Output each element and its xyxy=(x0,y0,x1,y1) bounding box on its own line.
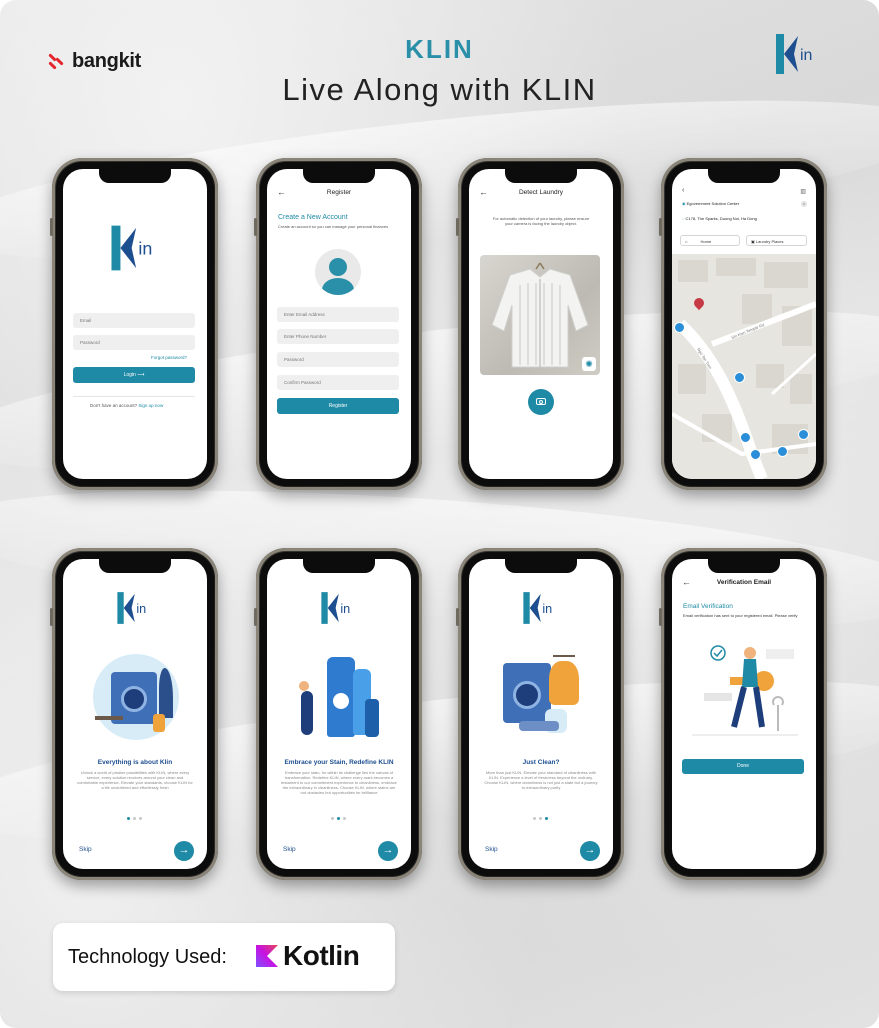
verification-heading: Email Verification xyxy=(683,603,733,610)
showcase-page: bangkit KLIN Live Along with KLIN in in … xyxy=(0,0,879,1028)
svg-text:in: in xyxy=(340,602,350,616)
map-screen: ‹ ▥ ◉ Egovernment Solution Center × ◌ C1… xyxy=(672,169,816,479)
klin-logo-text: in xyxy=(800,47,812,64)
divider xyxy=(73,396,195,397)
skip-button[interactable]: Skip xyxy=(79,846,92,853)
key-illustration xyxy=(690,635,800,745)
detect-screen: ← Detect Laundry For automatic detection… xyxy=(469,169,613,479)
laundry-pin-icon[interactable] xyxy=(740,432,751,443)
screen-title: Register xyxy=(326,189,352,196)
close-icon[interactable]: × xyxy=(801,201,807,207)
route-origin[interactable]: ◉ Egovernment Solution Center xyxy=(682,201,739,206)
kotlin-wordmark: Kotlin xyxy=(283,940,360,971)
register-button[interactable]: Register xyxy=(277,398,399,414)
arrow-right-icon: ⟶ xyxy=(137,372,145,378)
kotlin-logo-icon xyxy=(256,945,278,967)
back-arrow-icon[interactable]: ‹ xyxy=(682,187,684,194)
store-icon: ▣ xyxy=(751,239,755,244)
next-arrow-icon[interactable]: → xyxy=(174,841,194,861)
verification-description: Email verification has sent to your regi… xyxy=(683,613,798,618)
screen-title: Verification Email xyxy=(716,579,772,586)
skip-button[interactable]: Skip xyxy=(485,846,498,853)
capture-button[interactable] xyxy=(528,389,554,415)
register-screen: ← Register Create a New Account Create a… xyxy=(267,169,411,479)
svg-text:in: in xyxy=(138,239,152,259)
camera-preview: ✺ xyxy=(480,255,600,375)
svg-text:in: in xyxy=(136,602,146,616)
signup-prompt: Don't have an account? Sign up now xyxy=(90,403,164,408)
email-field[interactable]: Email xyxy=(73,313,195,328)
page-indicator xyxy=(331,817,346,820)
klin-logo: in xyxy=(107,221,163,280)
phone-login: in Email Password Forgot password? Login… xyxy=(50,158,218,490)
done-button[interactable]: Done xyxy=(682,759,804,774)
laundry-pin-icon[interactable] xyxy=(777,446,788,457)
street-label: Sin Kien Temple Rd xyxy=(731,322,765,340)
destination-icon: ◌ xyxy=(682,216,685,221)
map-view[interactable]: Sin Kien Temple Rd Ngo Tan Tren xyxy=(672,254,816,479)
screen-title: Detect Laundry xyxy=(518,189,564,196)
avatar[interactable] xyxy=(315,249,361,295)
laundry-illustration xyxy=(499,651,585,739)
phone-field[interactable]: Enter Phone Number xyxy=(277,329,399,344)
home-icon: ⌂ xyxy=(685,239,688,244)
detect-description: For automatic detection of your laundry,… xyxy=(492,216,590,226)
laundry-pin-icon[interactable] xyxy=(734,372,745,383)
onboarding-title: Just Clean? xyxy=(522,759,560,766)
phone-register: ← Register Create a New Account Create a… xyxy=(254,158,422,490)
skip-button[interactable]: Skip xyxy=(283,846,296,853)
phone-onboarding-3: in Just Clean? More than just KLIN. Elev… xyxy=(456,548,624,880)
page-indicator xyxy=(533,817,548,820)
onboarding-screen-2: in Embrace your Stain, Redefine KLIN Emb… xyxy=(267,559,411,869)
technology-card: Technology Used: Kotlin xyxy=(53,923,395,991)
signup-link[interactable]: Sign up now xyxy=(138,403,163,408)
password-field[interactable]: Password xyxy=(73,335,195,350)
map-toggle-icon[interactable]: ▥ xyxy=(800,188,806,195)
phone-map: ‹ ▥ ◉ Egovernment Solution Center × ◌ C1… xyxy=(659,158,827,490)
technology-label: Technology Used: xyxy=(68,946,227,968)
klin-logo: in xyxy=(318,589,358,632)
register-description: Create an account so you can manage your… xyxy=(278,224,389,229)
klin-logo: in xyxy=(520,589,560,632)
onboarding-text: More than just KLIN. Elevate your standa… xyxy=(484,770,598,790)
onboarding-screen-3: in Just Clean? More than just KLIN. Elev… xyxy=(469,559,613,869)
onboarding-text: Unlock a world of pristine possibilities… xyxy=(77,770,193,790)
flash-icon[interactable]: ✺ xyxy=(582,357,596,371)
washing-machine-illustration xyxy=(93,654,179,740)
login-screen: in Email Password Forgot password? Login… xyxy=(63,169,207,479)
phone-onboarding-1: in Everything is about Klin Unlock a wor… xyxy=(50,548,218,880)
phone-detect: ← Detect Laundry For automatic detection… xyxy=(456,158,624,490)
email-field[interactable]: Enter Email Address xyxy=(277,307,399,322)
verification-screen: ← Verification Email Email Verification … xyxy=(672,559,816,869)
page-indicator xyxy=(127,817,142,820)
route-destination[interactable]: ◌ C178, The Sparks, Duong Noi, Ha Dong xyxy=(682,216,757,221)
laundry-pin-icon[interactable] xyxy=(750,449,761,460)
svg-text:in: in xyxy=(542,602,552,616)
onboarding-title: Everything is about Klin xyxy=(97,759,173,766)
klin-logo: in xyxy=(114,589,154,632)
klin-logo: in xyxy=(772,30,822,83)
password-field[interactable]: Password xyxy=(277,352,399,367)
laundry-pin-icon[interactable] xyxy=(798,429,809,440)
laundry-pin-icon[interactable] xyxy=(674,322,685,333)
next-arrow-icon[interactable]: → xyxy=(378,841,398,861)
next-arrow-icon[interactable]: → xyxy=(580,841,600,861)
register-heading: Create a New Account xyxy=(278,214,348,221)
laundry-places-tab[interactable]: ▣ Laundry Places xyxy=(746,235,807,246)
brand-subtitle: Live Along with KLIN xyxy=(282,72,597,107)
phone-verification: ← Verification Email Email Verification … xyxy=(659,548,827,880)
brand-title: KLIN xyxy=(405,34,474,64)
onboarding-text: Embrace your stain, for within its chall… xyxy=(281,770,397,795)
origin-icon: ◉ xyxy=(682,201,686,206)
onboarding-title: Embrace your Stain, Redefine KLIN xyxy=(284,759,394,766)
forgot-password-link[interactable]: Forgot password? xyxy=(151,355,187,360)
confirm-password-field[interactable]: Confirm Password xyxy=(277,375,399,390)
cleaning-products-illustration xyxy=(297,651,383,741)
login-button[interactable]: Login ⟶ xyxy=(73,367,195,383)
phone-onboarding-2: in Embrace your Stain, Redefine KLIN Emb… xyxy=(254,548,422,880)
onboarding-screen-1: in Everything is about Klin Unlock a wor… xyxy=(63,559,207,869)
home-tab[interactable]: ⌂ Home xyxy=(680,235,740,246)
